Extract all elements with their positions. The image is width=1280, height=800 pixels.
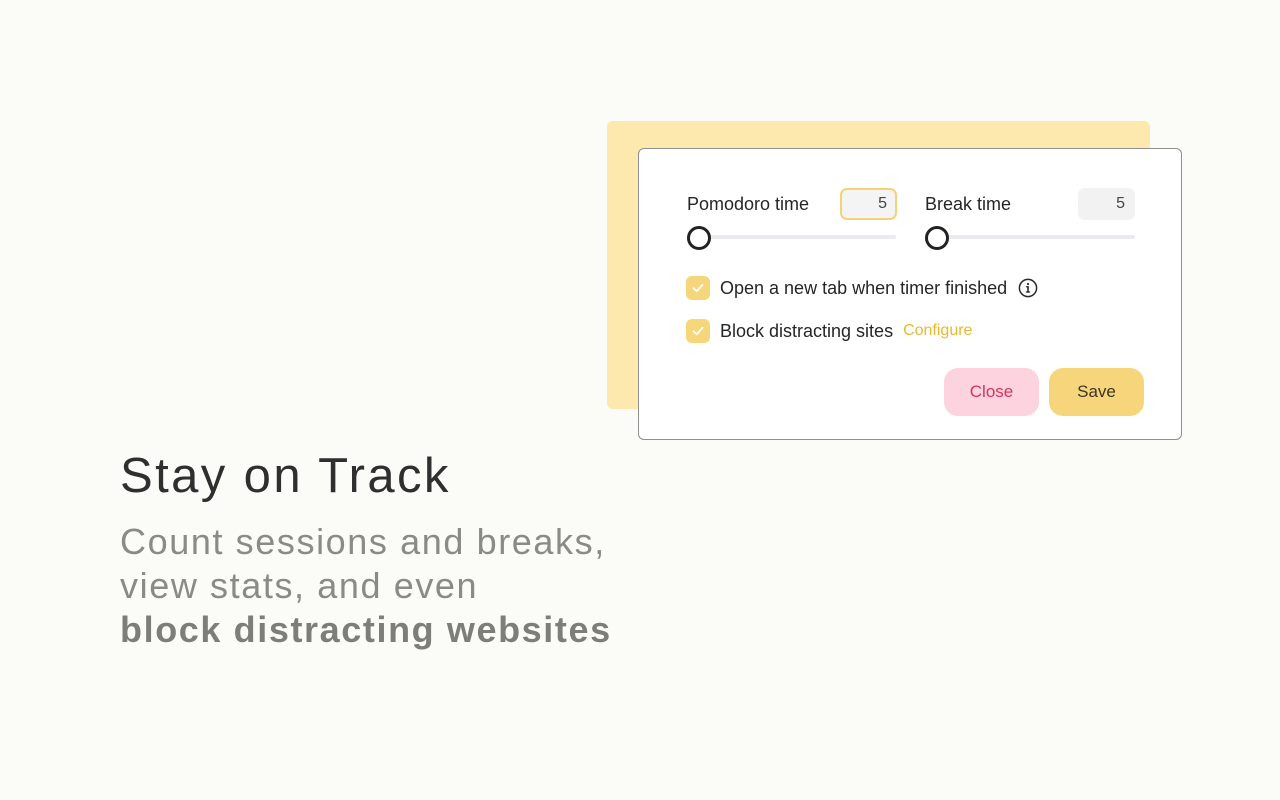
hero-subtitle: Count sessions and breaks, view stats, a… [120, 520, 612, 652]
pomodoro-time-label: Pomodoro time [687, 194, 810, 214]
hero-subtitle-line-2: view stats, and even [120, 565, 479, 606]
block-sites-label: Block distracting sites [720, 320, 894, 341]
open-new-tab-option[interactable]: Open a new tab when timer finished [686, 276, 1038, 300]
hero-subtitle-line-1: Count sessions and breaks, [120, 521, 606, 562]
checkmark-icon [692, 326, 704, 336]
configure-link[interactable]: Configure [903, 322, 972, 340]
open-new-tab-label: Open a new tab when timer finished [720, 277, 1008, 298]
open-new-tab-checkbox[interactable] [686, 276, 710, 300]
settings-panel: Pomodoro time Break time Open a new tab … [638, 148, 1182, 440]
hero-title: Stay on Track [120, 449, 451, 503]
block-sites-option[interactable]: Block distracting sites Configure [686, 319, 972, 343]
break-time-label: Break time [925, 194, 1012, 214]
save-button[interactable]: Save [1049, 368, 1144, 416]
close-button[interactable]: Close [944, 368, 1039, 416]
break-slider-thumb[interactable] [925, 226, 949, 250]
pomodoro-slider-thumb[interactable] [687, 226, 711, 250]
pomodoro-time-input[interactable] [840, 188, 897, 220]
hero-subtitle-bold: block distracting websites [120, 609, 612, 650]
pomodoro-time-slider[interactable] [687, 226, 896, 250]
break-slider-track [925, 235, 1135, 239]
checkmark-icon [692, 283, 704, 293]
break-time-slider[interactable] [925, 226, 1135, 250]
break-time-input[interactable] [1078, 188, 1135, 220]
info-icon[interactable] [1018, 278, 1038, 298]
pomodoro-slider-track [687, 235, 896, 239]
block-sites-checkbox[interactable] [686, 319, 710, 343]
